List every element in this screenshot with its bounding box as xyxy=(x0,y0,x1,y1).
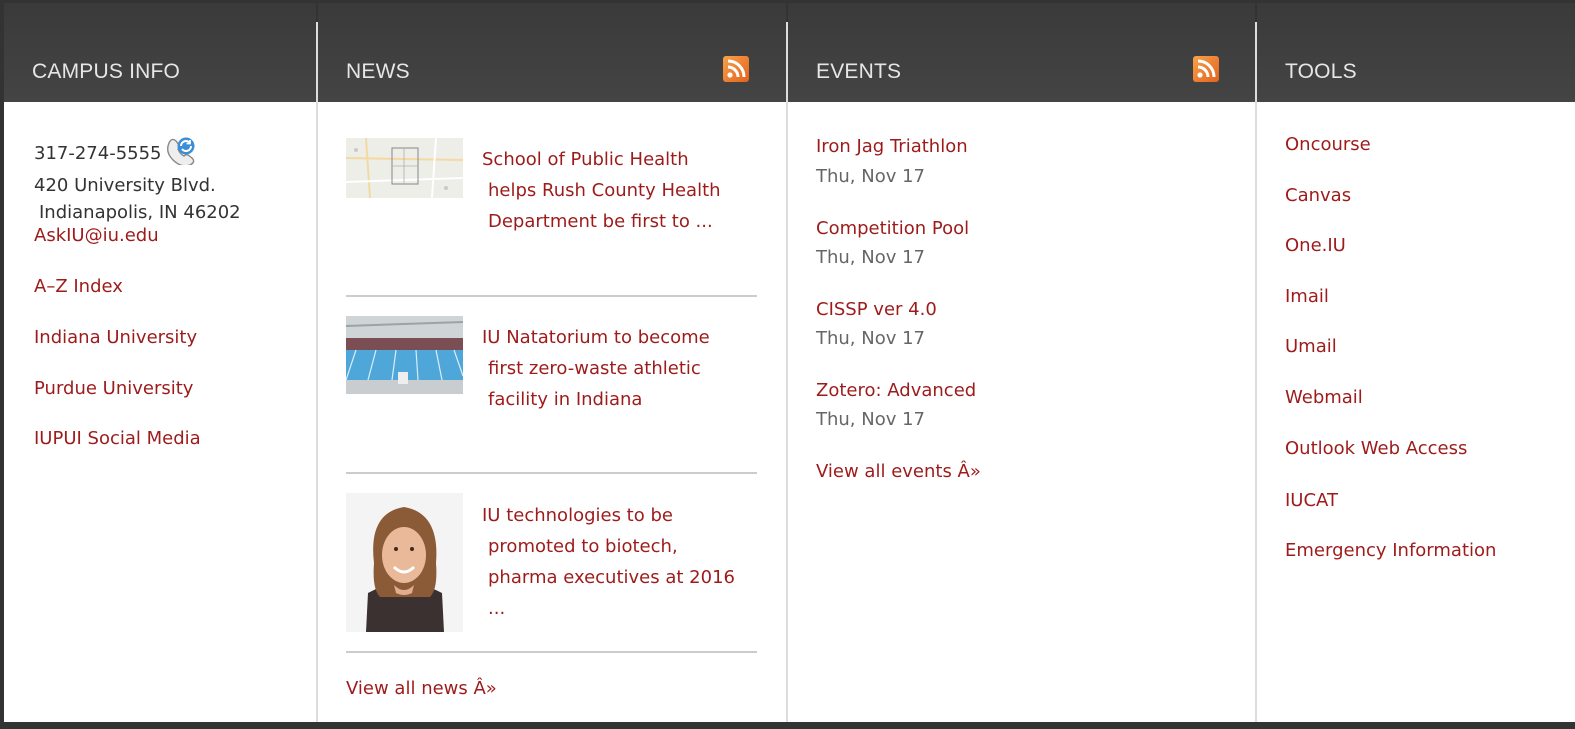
footer-panel: CAMPUS INFO NEWS EVENTS TOOLS 317-274-55… xyxy=(4,3,1575,722)
tool-link-oncourse[interactable]: Oncourse xyxy=(1285,134,1371,155)
campus-link-indiana-university[interactable]: Indiana University xyxy=(34,327,197,348)
column-divider xyxy=(786,22,788,722)
tool-link-iucat[interactable]: IUCAT xyxy=(1285,490,1338,511)
campus-link-az-index[interactable]: A–Z Index xyxy=(34,276,123,297)
column-divider xyxy=(316,22,318,722)
address-line: Indianapolis, IN 46202 xyxy=(39,202,241,223)
tool-link-umail[interactable]: Umail xyxy=(1285,336,1337,357)
view-all-events-link[interactable]: View all events Â» xyxy=(816,461,981,482)
news-title-line: ... xyxy=(488,598,506,619)
news-title-line: facility in Indiana xyxy=(488,389,643,410)
news-title-line: IU Natatorium to become xyxy=(482,327,710,348)
events-header: EVENTS xyxy=(788,3,1255,102)
news-title-line: pharma executives at 2016 xyxy=(488,567,735,588)
phone-number: 317-274-5555 xyxy=(34,143,162,164)
column-divider xyxy=(1255,22,1257,722)
campus-phone: 317-274-5555 xyxy=(34,135,199,170)
event-date: Thu, Nov 17 xyxy=(816,328,926,349)
news-title-line: helps Rush County Health xyxy=(488,180,721,201)
event-date: Thu, Nov 17 xyxy=(816,166,926,187)
news-item-link[interactable]: IU Natatorium to become first zero-waste… xyxy=(482,322,710,415)
view-all-news-link[interactable]: View all news Â» xyxy=(346,678,497,699)
skype-phone-icon[interactable] xyxy=(165,135,199,170)
campus-info-header: CAMPUS INFO xyxy=(4,3,316,102)
event-title-link[interactable]: Iron Jag Triathlon xyxy=(816,136,968,157)
event-title-link[interactable]: Competition Pool xyxy=(816,218,969,239)
tool-link-webmail[interactable]: Webmail xyxy=(1285,387,1363,408)
news-heading: NEWS xyxy=(346,60,410,83)
news-divider xyxy=(346,295,757,297)
news-title-line: promoted to biotech, xyxy=(488,536,678,557)
event-date: Thu, Nov 17 xyxy=(816,409,926,430)
news-divider xyxy=(346,651,757,653)
news-item-link[interactable]: School of Public Health helps Rush Count… xyxy=(482,144,721,237)
tools-heading: TOOLS xyxy=(1285,60,1357,83)
tool-link-imail[interactable]: Imail xyxy=(1285,286,1329,307)
campus-link-social-media[interactable]: IUPUI Social Media xyxy=(34,428,201,449)
news-map-thumbnail[interactable] xyxy=(346,138,463,198)
address-line: 420 University Blvd. xyxy=(34,175,216,196)
tool-link-canvas[interactable]: Canvas xyxy=(1285,185,1351,206)
tools-header: TOOLS xyxy=(1257,3,1575,102)
rss-feed-icon[interactable] xyxy=(1193,56,1219,82)
news-divider xyxy=(346,472,757,474)
tool-link-one-iu[interactable]: One.IU xyxy=(1285,235,1346,256)
campus-email-link[interactable]: AskIU@iu.edu xyxy=(34,225,159,246)
campus-info-heading: CAMPUS INFO xyxy=(32,60,181,83)
news-portrait-thumbnail[interactable] xyxy=(346,493,463,632)
news-title-line: Department be first to ... xyxy=(488,211,713,232)
news-title-line: IU technologies to be xyxy=(482,505,673,526)
tool-link-outlook-web-access[interactable]: Outlook Web Access xyxy=(1285,438,1467,459)
campus-link-purdue-university[interactable]: Purdue University xyxy=(34,378,193,399)
news-natatorium-thumbnail[interactable] xyxy=(346,316,463,394)
events-heading: EVENTS xyxy=(816,60,902,83)
news-title-line: first zero-waste athletic xyxy=(488,358,701,379)
event-title-link[interactable]: Zotero: Advanced xyxy=(816,380,976,401)
news-item-link[interactable]: IU technologies to be promoted to biotec… xyxy=(482,500,735,624)
campus-address: 420 University Blvd. Indianapolis, IN 46… xyxy=(34,172,241,226)
rss-feed-icon[interactable] xyxy=(723,56,749,82)
tool-link-emergency-information[interactable]: Emergency Information xyxy=(1285,540,1496,561)
event-title-link[interactable]: CISSP ver 4.0 xyxy=(816,299,937,320)
news-title-line: School of Public Health xyxy=(482,149,689,170)
event-date: Thu, Nov 17 xyxy=(816,247,926,268)
news-header: NEWS xyxy=(318,3,786,102)
